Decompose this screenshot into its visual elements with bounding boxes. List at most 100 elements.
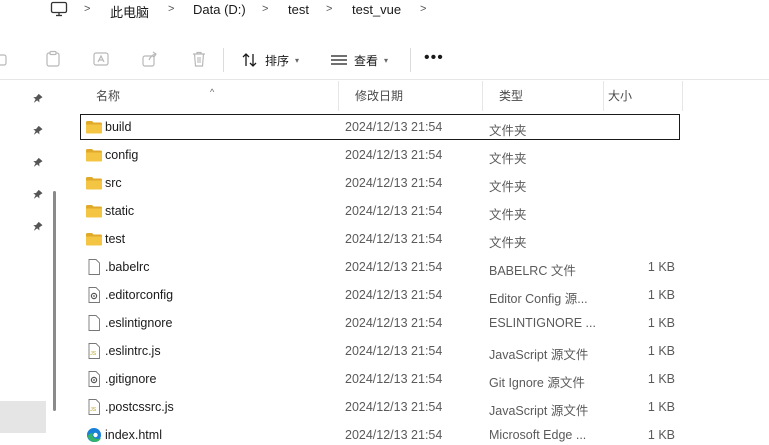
chevron-right-icon[interactable]: > bbox=[168, 3, 178, 15]
column-header: 名称 ^ 修改日期 类型 大小 bbox=[80, 81, 684, 111]
file-type: JavaScript 源文件 bbox=[489, 348, 589, 362]
pin-icon[interactable] bbox=[31, 221, 43, 233]
edge-icon bbox=[85, 427, 103, 443]
file-row[interactable]: .babelrc 2024/12/13 21:54 BABELRC 文件 1 K… bbox=[80, 254, 680, 280]
column-size[interactable]: 大小 bbox=[604, 81, 683, 111]
file-modified: 2024/12/13 21:54 bbox=[345, 260, 443, 274]
breadcrumb-test[interactable]: test bbox=[288, 2, 309, 17]
command-bar: 排序 ▾ 查看 ▾ ••• bbox=[0, 40, 769, 80]
copy-icon[interactable] bbox=[0, 50, 18, 68]
more-options-button[interactable]: ••• bbox=[424, 50, 444, 66]
share-icon[interactable] bbox=[141, 50, 159, 68]
file-size: 1 KB bbox=[647, 316, 675, 330]
file-modified: 2024/12/13 21:54 bbox=[345, 344, 443, 358]
column-modified[interactable]: 修改日期 bbox=[339, 81, 483, 111]
file-name: .eslintrc.js bbox=[105, 344, 161, 358]
file-row[interactable]: .gitignore 2024/12/13 21:54 Git Ignore 源… bbox=[80, 366, 680, 392]
file-name: .gitignore bbox=[105, 372, 157, 386]
file-modified: 2024/12/13 21:54 bbox=[345, 316, 443, 330]
pin-icon[interactable] bbox=[31, 157, 43, 169]
chevron-right-icon[interactable]: > bbox=[420, 3, 430, 15]
file-row[interactable]: JS .eslintrc.js 2024/12/13 21:54 JavaScr… bbox=[80, 338, 680, 364]
file-modified: 2024/12/13 21:54 bbox=[345, 204, 443, 218]
folder-icon bbox=[85, 147, 103, 163]
file-icon bbox=[85, 315, 103, 331]
column-modified-label: 修改日期 bbox=[355, 89, 404, 103]
file-type: Editor Config 源... bbox=[489, 292, 588, 306]
config-file-icon bbox=[85, 371, 103, 387]
sort-label: 排序 bbox=[265, 53, 290, 68]
file-modified: 2024/12/13 21:54 bbox=[345, 428, 443, 442]
file-modified: 2024/12/13 21:54 bbox=[345, 288, 443, 302]
toolbar-divider bbox=[223, 48, 224, 72]
navigation-pane bbox=[0, 81, 62, 445]
file-type: ESLINTIGNORE ... bbox=[489, 316, 596, 330]
file-name: src bbox=[105, 176, 122, 190]
folder-icon bbox=[85, 203, 103, 219]
column-name[interactable]: 名称 ^ bbox=[80, 81, 339, 111]
chevron-right-icon[interactable]: > bbox=[262, 3, 272, 15]
file-row[interactable]: .eslintignore 2024/12/13 21:54 ESLINTIGN… bbox=[80, 310, 680, 336]
view-button[interactable]: 查看 ▾ bbox=[330, 48, 388, 72]
sort-button[interactable]: 排序 ▾ bbox=[241, 48, 299, 72]
file-size: 1 KB bbox=[647, 372, 675, 386]
file-type: Microsoft Edge ... bbox=[489, 428, 587, 442]
file-name: .eslintignore bbox=[105, 316, 173, 330]
file-modified: 2024/12/13 21:54 bbox=[345, 120, 443, 134]
file-row[interactable]: static 2024/12/13 21:54 文件夹 bbox=[80, 198, 680, 224]
file-row[interactable]: JS .postcssrc.js 2024/12/13 21:54 JavaSc… bbox=[80, 394, 680, 420]
file-type: 文件夹 bbox=[489, 180, 527, 194]
rename-icon[interactable] bbox=[92, 50, 110, 68]
file-size: 1 KB bbox=[647, 288, 675, 302]
column-name-label: 名称 bbox=[96, 89, 121, 103]
svg-text:JS: JS bbox=[90, 351, 97, 357]
file-row[interactable]: test 2024/12/13 21:54 文件夹 bbox=[80, 226, 680, 252]
paste-icon[interactable] bbox=[44, 50, 62, 68]
config-file-icon bbox=[85, 287, 103, 303]
column-size-label: 大小 bbox=[608, 89, 633, 103]
folder-icon bbox=[85, 119, 103, 135]
chevron-right-icon[interactable]: > bbox=[84, 3, 94, 15]
file-type: JavaScript 源文件 bbox=[489, 404, 589, 418]
breadcrumb-drive[interactable]: Data (D:) bbox=[193, 2, 246, 17]
file-row[interactable]: .editorconfig 2024/12/13 21:54 Editor Co… bbox=[80, 282, 680, 308]
file-row[interactable]: src 2024/12/13 21:54 文件夹 bbox=[80, 170, 680, 196]
file-row[interactable]: config 2024/12/13 21:54 文件夹 bbox=[80, 142, 680, 168]
chevron-right-icon[interactable]: > bbox=[326, 3, 336, 15]
file-type: 文件夹 bbox=[489, 236, 527, 250]
folder-icon bbox=[85, 175, 103, 191]
breadcrumb-this-pc[interactable]: 此电脑 bbox=[110, 2, 149, 21]
folder-icon bbox=[85, 231, 103, 247]
file-row[interactable]: index.html 2024/12/13 21:54 Microsoft Ed… bbox=[80, 422, 680, 445]
file-size: 1 KB bbox=[647, 400, 675, 414]
nav-scrollbar[interactable] bbox=[53, 191, 56, 411]
file-icon bbox=[85, 259, 103, 275]
nav-selected-item[interactable] bbox=[0, 401, 46, 433]
file-name: .postcssrc.js bbox=[105, 400, 174, 414]
file-row[interactable]: build 2024/12/13 21:54 文件夹 bbox=[80, 114, 680, 140]
file-name: .babelrc bbox=[105, 260, 150, 274]
file-modified: 2024/12/13 21:54 bbox=[345, 148, 443, 162]
chevron-down-icon: ▾ bbox=[384, 55, 389, 65]
file-type: 文件夹 bbox=[489, 208, 527, 222]
column-type[interactable]: 类型 bbox=[483, 81, 604, 111]
column-type-label: 类型 bbox=[499, 89, 524, 103]
chevron-down-icon: ▾ bbox=[295, 55, 300, 65]
address-bar[interactable]: > 此电脑 > Data (D:) > test > test_vue > bbox=[0, 0, 769, 24]
file-size: 1 KB bbox=[647, 344, 675, 358]
sort-ascending-icon: ^ bbox=[210, 87, 215, 97]
file-name: static bbox=[105, 204, 135, 218]
toolbar-divider bbox=[410, 48, 411, 72]
pin-icon[interactable] bbox=[31, 93, 43, 105]
file-type: 文件夹 bbox=[489, 152, 527, 166]
breadcrumb-test-vue[interactable]: test_vue bbox=[352, 2, 401, 17]
file-type: BABELRC 文件 bbox=[489, 264, 576, 278]
delete-icon[interactable] bbox=[190, 50, 208, 68]
js-file-icon: JS bbox=[85, 399, 103, 415]
js-file-icon: JS bbox=[85, 343, 103, 359]
file-modified: 2024/12/13 21:54 bbox=[345, 372, 443, 386]
file-modified: 2024/12/13 21:54 bbox=[345, 400, 443, 414]
pin-icon[interactable] bbox=[31, 189, 43, 201]
pin-icon[interactable] bbox=[31, 125, 43, 137]
view-icon bbox=[331, 55, 347, 65]
